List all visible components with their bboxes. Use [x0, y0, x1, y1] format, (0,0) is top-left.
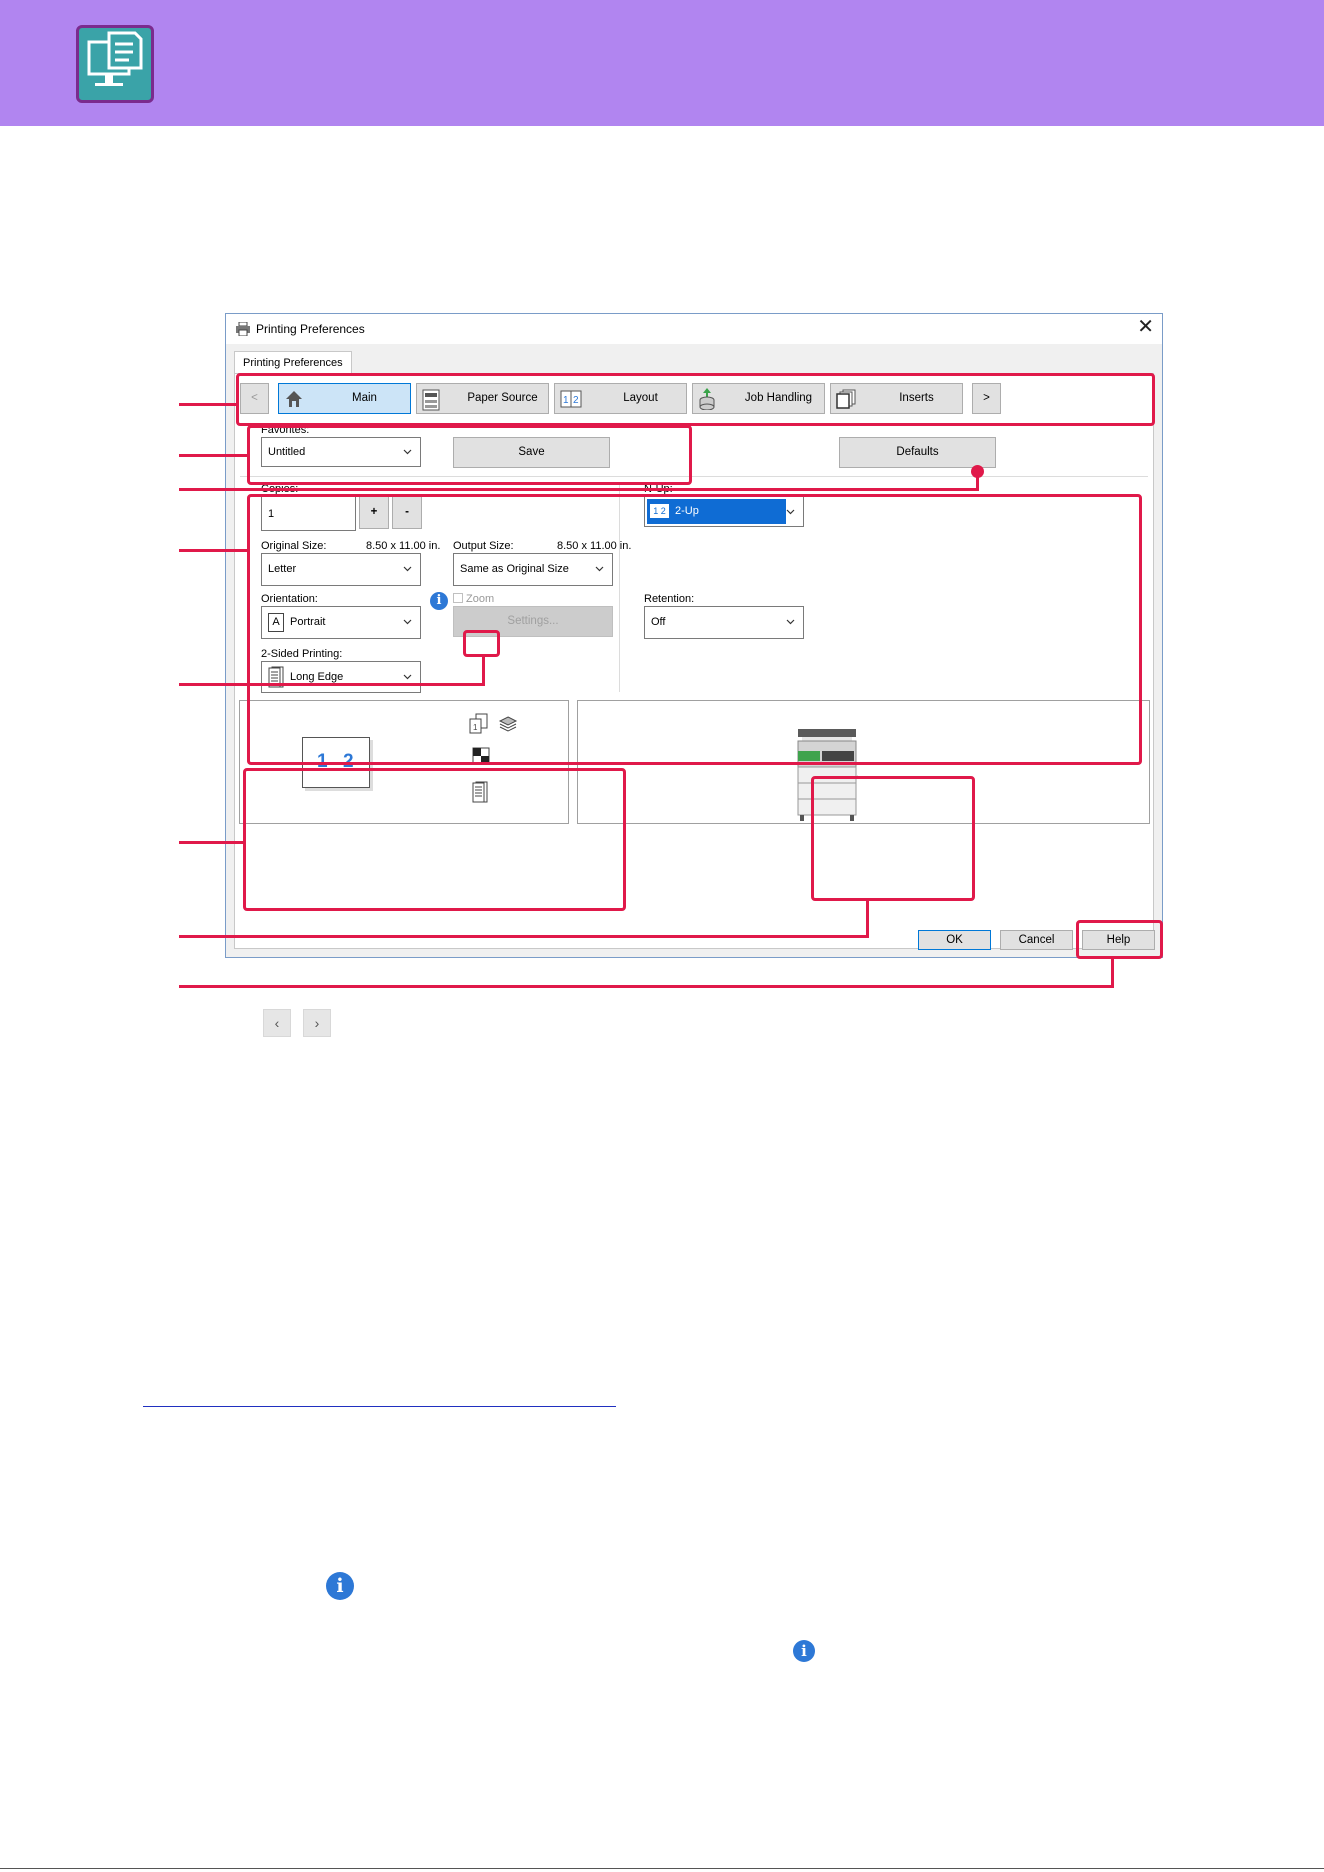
callout-line — [179, 454, 248, 457]
printer-driver-icon — [76, 25, 154, 103]
window-title: Printing Preferences — [256, 322, 365, 336]
callout-line — [179, 935, 869, 938]
callout-line — [179, 985, 1114, 988]
callout-info-box — [463, 630, 500, 657]
footer-rule — [0, 1868, 1324, 1869]
callout-favorites-box — [247, 425, 692, 485]
ok-button[interactable]: OK — [918, 930, 991, 950]
callout-tabs-box — [236, 373, 1155, 426]
callout-settings-box — [247, 494, 1142, 765]
prev-page-button[interactable]: ‹ — [263, 1009, 291, 1037]
callout-line — [179, 403, 237, 406]
callout-line — [866, 900, 869, 938]
info-icon: i — [326, 1572, 354, 1600]
callout-line — [179, 488, 976, 491]
callout-dot — [971, 465, 984, 478]
callout-help-box — [1076, 920, 1163, 959]
cancel-button[interactable]: Cancel — [1000, 930, 1073, 950]
callout-line — [482, 656, 485, 686]
tab-printing-preferences[interactable]: Printing Preferences — [234, 351, 352, 374]
printer-icon — [235, 321, 251, 337]
page-header-banner — [0, 0, 1324, 126]
next-page-button[interactable]: › — [303, 1009, 331, 1037]
link-underline[interactable] — [143, 1406, 616, 1407]
title-bar: Printing Preferences ✕ — [226, 314, 1162, 344]
callout-line — [179, 549, 248, 552]
callout-line — [179, 683, 485, 686]
close-icon[interactable]: ✕ — [1137, 317, 1154, 337]
callout-preview-box — [243, 768, 626, 911]
callout-line — [179, 841, 244, 844]
callout-machine-box — [811, 776, 975, 901]
defaults-button[interactable]: Defaults — [839, 437, 996, 468]
info-icon: i — [793, 1640, 815, 1662]
callout-line — [1111, 958, 1114, 988]
